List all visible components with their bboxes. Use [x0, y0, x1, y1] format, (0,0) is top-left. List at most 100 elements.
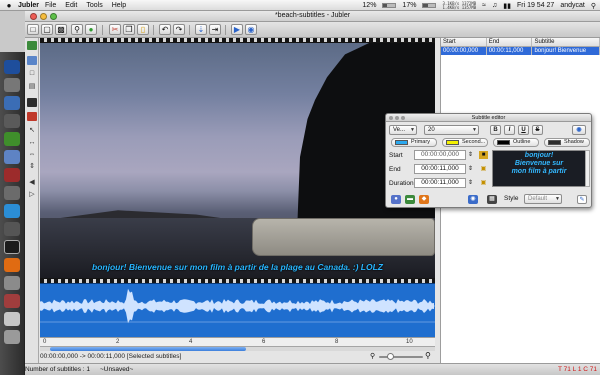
jubler-dock-icon[interactable]	[4, 294, 20, 308]
resize-tool-icon[interactable]: ⇔	[27, 150, 37, 159]
menu-file[interactable]: File	[45, 2, 56, 9]
terminal-dock-icon[interactable]	[4, 132, 20, 146]
zoom-in-icon[interactable]: ⚲	[425, 351, 431, 360]
outline-color-label: Outline	[513, 139, 531, 145]
video-toggle-icon[interactable]	[27, 56, 37, 65]
frame-icon[interactable]	[27, 98, 37, 107]
skype-dock-icon[interactable]	[4, 204, 20, 218]
video-preview[interactable]: bonjour! Bienvenue sur mon film à partir…	[40, 38, 435, 283]
app-dock-icon[interactable]	[4, 222, 20, 236]
edit-style-icon[interactable]: ✎	[577, 195, 587, 204]
volume-icon[interactable]: ♫	[492, 2, 497, 9]
system-prefs-dock-icon[interactable]	[4, 114, 20, 128]
audio-waveform[interactable]	[40, 283, 435, 337]
preview-dock-icon[interactable]	[4, 186, 20, 200]
bold-button[interactable]: B	[490, 125, 501, 135]
scale-tool-icon[interactable]: ⇕	[27, 162, 37, 171]
select-tool-icon[interactable]: ↖	[27, 126, 37, 135]
new-file-button[interactable]: □	[27, 24, 39, 35]
preview-button[interactable]: ◉	[245, 24, 257, 35]
play-button[interactable]: ▶	[231, 24, 243, 35]
undo-button[interactable]: ↶	[159, 24, 171, 35]
battery-icon[interactable]: ▮▮	[503, 2, 511, 10]
firefox-dock-icon[interactable]	[4, 258, 20, 272]
timeline-ruler[interactable]: 0 2 4 6 8 10	[40, 337, 435, 346]
redo-button[interactable]: ↷	[173, 24, 185, 35]
apple-menu-icon[interactable]: ●	[4, 1, 14, 10]
editor-scrollbar[interactable]	[585, 150, 590, 187]
mail-dock-icon[interactable]	[4, 96, 20, 110]
start-lock-icon[interactable]: ■	[479, 151, 488, 159]
zoom-out-icon[interactable]: ⚲	[370, 352, 375, 360]
paste-button[interactable]: ▯	[137, 24, 149, 35]
trash-dock-icon[interactable]	[4, 330, 20, 344]
start-stepper-icon[interactable]: ⇕	[468, 151, 473, 158]
strikethrough-button[interactable]: S	[532, 125, 543, 135]
end-lock-icon[interactable]: ▣	[479, 165, 488, 173]
table-row[interactable]: 00:00:00,000 00:00:11,000 bonjour! Bienv…	[441, 47, 600, 55]
document-dock-icon[interactable]	[4, 312, 20, 326]
shadow-color-button[interactable]: Shadow	[544, 138, 590, 147]
cut-button[interactable]: ✂	[109, 24, 121, 35]
waveform-toggle-icon[interactable]: ▤	[27, 82, 37, 91]
finder-dock-icon[interactable]	[4, 60, 20, 74]
user-menu[interactable]: andycat	[560, 2, 585, 9]
minimize-panel-button[interactable]	[395, 116, 399, 120]
menu-help[interactable]: Help	[112, 2, 126, 9]
x11-dock-icon[interactable]	[4, 240, 20, 254]
underline-button[interactable]: U	[518, 125, 529, 135]
new-subtitle-icon[interactable]: ●	[391, 195, 401, 204]
duration-field[interactable]: 00:00:11,000	[414, 178, 466, 188]
split-icon[interactable]: ▬	[405, 195, 415, 204]
back-icon[interactable]: ◀	[27, 178, 37, 187]
join-icon[interactable]: ◆	[419, 195, 429, 204]
shift-button[interactable]: ⇥	[209, 24, 221, 35]
italic-button[interactable]: I	[504, 125, 515, 135]
save-file-button[interactable]: ▩	[55, 24, 67, 35]
spotlight-icon[interactable]: ⚲	[591, 2, 596, 10]
move-tool-icon[interactable]: ↔	[27, 138, 37, 147]
style-select[interactable]: Default ▼	[524, 194, 562, 204]
preview-toggle-icon[interactable]: ◉	[468, 195, 478, 204]
column-start[interactable]: Start	[441, 38, 487, 46]
row-end: 00:00:11,000	[487, 47, 533, 55]
copy-button[interactable]: ❐	[123, 24, 135, 35]
end-time-field[interactable]: 00:00:11,000	[414, 164, 466, 174]
close-panel-button[interactable]	[389, 116, 393, 120]
zoom-panel-button[interactable]	[401, 116, 405, 120]
column-end[interactable]: End	[487, 38, 533, 46]
itunes-dock-icon[interactable]	[4, 168, 20, 182]
safari-dock-icon[interactable]	[4, 78, 20, 92]
clock[interactable]: Fri 19 54 27	[517, 2, 554, 9]
find-button[interactable]: ⚲	[71, 24, 83, 35]
app-menu[interactable]: Jubler	[18, 2, 39, 9]
size-select[interactable]: 20 ▼	[424, 125, 479, 135]
ical-dock-icon[interactable]	[4, 150, 20, 164]
info-button[interactable]: ●	[85, 24, 97, 35]
end-stepper-icon[interactable]: ⇕	[468, 165, 473, 172]
secondary-color-button[interactable]: Second...	[442, 138, 488, 147]
wifi-icon[interactable]: ≈	[482, 2, 486, 9]
column-subtitle[interactable]: Subtitle	[532, 38, 600, 46]
zoom-knob[interactable]	[387, 353, 394, 360]
visibility-icon[interactable]: ◉	[572, 125, 586, 135]
menu-edit[interactable]: Edit	[65, 2, 77, 9]
sort-button[interactable]: ⇣	[195, 24, 207, 35]
font-select[interactable]: Ve... ▼	[389, 125, 417, 135]
subtitle-text-editor[interactable]: bonjour! Bienvenue sur mon film à partir	[492, 150, 586, 187]
outline-color-button[interactable]: Outline	[493, 138, 539, 147]
duration-lock-icon[interactable]: ▣	[479, 179, 488, 187]
zoom-slider[interactable]: ⚲ ⚲	[370, 351, 435, 361]
open-file-button[interactable]: ▢	[41, 24, 53, 35]
record-icon[interactable]	[27, 112, 37, 121]
display-toggle-icon[interactable]	[27, 41, 37, 50]
audio-toggle-icon[interactable]: □	[27, 69, 37, 78]
forward-icon[interactable]: ▷	[27, 190, 37, 199]
primary-color-button[interactable]: Primary	[391, 138, 437, 147]
utility-dock-icon[interactable]	[4, 276, 20, 290]
zoom-track[interactable]	[379, 356, 423, 358]
start-time-field[interactable]: 00:00:00,000	[414, 150, 466, 160]
menu-tools[interactable]: Tools	[86, 2, 102, 9]
duration-stepper-icon[interactable]: ⇕	[468, 179, 473, 186]
grid-icon[interactable]: ▦	[487, 195, 497, 204]
